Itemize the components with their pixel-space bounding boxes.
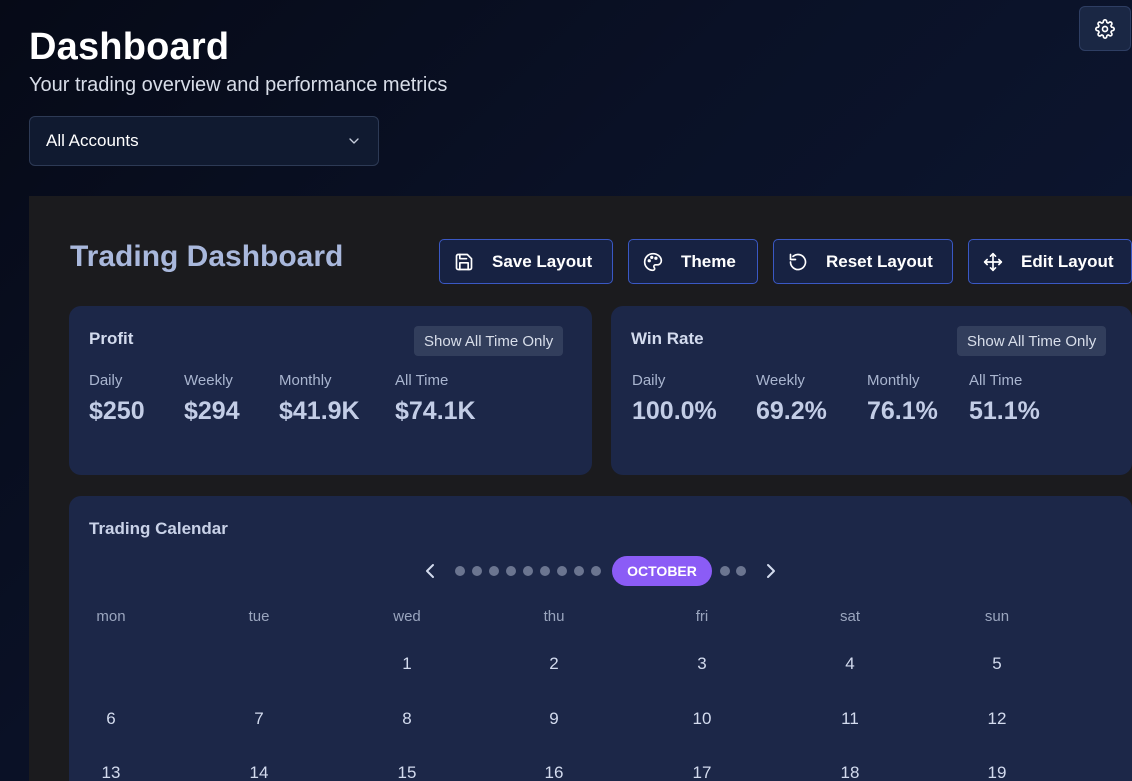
- chevron-down-icon: [349, 138, 359, 144]
- calendar-day[interactable]: 19: [988, 763, 1007, 781]
- calendar-day[interactable]: 3: [697, 654, 706, 674]
- calendar-day[interactable]: 5: [992, 654, 1001, 674]
- win-rate-metric-monthly: Monthly 76.1%: [867, 372, 938, 426]
- profit-metric-monthly: Monthly $41.9K: [279, 372, 360, 426]
- calendar-day[interactable]: 13: [102, 763, 121, 781]
- win-rate-card: Win Rate Show All Time Only Daily 100.0%…: [611, 306, 1132, 475]
- reset-layout-label: Reset Layout: [826, 251, 933, 271]
- save-layout-label: Save Layout: [492, 251, 593, 271]
- metric-value: 51.1%: [969, 397, 1040, 425]
- weekday-header: wed: [393, 608, 421, 625]
- metric-label: Monthly: [279, 372, 332, 389]
- settings-button[interactable]: [1079, 6, 1131, 51]
- calendar-day[interactable]: 2: [549, 654, 558, 674]
- calendar-day[interactable]: 10: [693, 709, 712, 729]
- month-dot[interactable]: [472, 566, 482, 576]
- metric-value: $250: [89, 397, 145, 425]
- win-rate-title: Win Rate: [631, 329, 704, 348]
- reset-icon: [789, 253, 807, 270]
- profit-metric-weekly: Weekly $294: [184, 372, 240, 426]
- calendar-day[interactable]: 9: [549, 709, 558, 729]
- month-dot[interactable]: [591, 566, 601, 576]
- metric-label: Monthly: [867, 372, 920, 389]
- dashboard-panel: Trading Dashboard Save Layout Theme Rese…: [29, 196, 1132, 781]
- calendar-day[interactable]: 1: [402, 654, 411, 674]
- calendar-day[interactable]: 12: [988, 709, 1007, 729]
- metric-label: All Time: [395, 372, 449, 389]
- theme-button[interactable]: Theme: [628, 239, 758, 284]
- metric-value: 76.1%: [867, 397, 938, 425]
- win-rate-show-all-time-button[interactable]: Show All Time Only: [957, 326, 1107, 356]
- calendar-day[interactable]: 17: [693, 763, 712, 781]
- weekday-header: mon: [96, 608, 126, 625]
- weekday-header: sun: [984, 608, 1010, 625]
- metric-label: Daily: [632, 372, 666, 389]
- weekday-header: sat: [839, 608, 861, 625]
- month-dot[interactable]: [455, 566, 465, 576]
- calendar-day[interactable]: 4: [845, 654, 854, 674]
- edit-layout-button[interactable]: Edit Layout: [968, 239, 1132, 284]
- profit-metric-all-time: All Time $74.1K: [395, 372, 476, 426]
- win-rate-metric-weekly: Weekly 69.2%: [756, 372, 827, 426]
- move-icon: [983, 252, 1003, 271]
- trading-calendar-card: Trading Calendar OCTOBER mon tue wed thu: [69, 496, 1132, 781]
- metric-value: $74.1K: [395, 397, 476, 425]
- theme-label: Theme: [681, 251, 736, 271]
- metric-label: Weekly: [184, 372, 233, 389]
- metric-value: 69.2%: [756, 397, 827, 425]
- month-dot[interactable]: [489, 566, 499, 576]
- reset-layout-button[interactable]: Reset Layout: [773, 239, 953, 284]
- calendar-day[interactable]: 16: [545, 763, 564, 781]
- calendar-day[interactable]: 7: [254, 709, 263, 729]
- account-select[interactable]: All Accounts: [29, 116, 379, 166]
- profit-title: Profit: [89, 329, 134, 348]
- gear-icon: [1095, 18, 1115, 39]
- weekday-header: thu: [543, 608, 565, 625]
- month-dot[interactable]: [574, 566, 584, 576]
- palette-icon: [643, 252, 663, 271]
- month-navigator: OCTOBER: [69, 556, 1132, 586]
- calendar-title: Trading Calendar: [89, 519, 228, 538]
- month-dot[interactable]: [736, 566, 746, 576]
- metric-value: $41.9K: [279, 397, 360, 425]
- profit-show-all-time-button[interactable]: Show All Time Only: [414, 326, 564, 356]
- calendar-day[interactable]: 8: [402, 709, 411, 729]
- page-title: Dashboard: [29, 26, 230, 68]
- profit-metric-daily: Daily $250: [89, 372, 145, 426]
- chevron-right-icon[interactable]: [763, 561, 779, 581]
- month-dot[interactable]: [720, 566, 730, 576]
- weekday-header: fri: [695, 608, 709, 625]
- panel-title: Trading Dashboard: [70, 240, 344, 273]
- metric-label: Weekly: [756, 372, 805, 389]
- weekday-header: tue: [248, 608, 270, 625]
- month-dot[interactable]: [540, 566, 550, 576]
- calendar-day[interactable]: 6: [106, 709, 115, 729]
- account-select-value: All Accounts: [46, 131, 139, 150]
- metric-value: 100.0%: [632, 397, 717, 425]
- metric-value: $294: [184, 397, 240, 425]
- edit-layout-label: Edit Layout: [1021, 251, 1114, 271]
- save-icon: [455, 253, 473, 270]
- metric-label: Daily: [89, 372, 123, 389]
- calendar-day[interactable]: 18: [841, 763, 860, 781]
- metric-label: All Time: [969, 372, 1023, 389]
- calendar-day[interactable]: 11: [841, 709, 859, 729]
- month-dot[interactable]: [557, 566, 567, 576]
- profit-card: Profit Show All Time Only Daily $250 Wee…: [69, 306, 592, 475]
- month-dot[interactable]: [506, 566, 516, 576]
- calendar-day[interactable]: 15: [398, 763, 417, 781]
- save-layout-button[interactable]: Save Layout: [439, 239, 613, 284]
- current-month-pill[interactable]: OCTOBER: [612, 556, 712, 586]
- win-rate-metric-daily: Daily 100.0%: [632, 372, 717, 426]
- chevron-left-icon[interactable]: [422, 561, 438, 581]
- calendar-day[interactable]: 14: [250, 763, 269, 781]
- month-dot[interactable]: [523, 566, 533, 576]
- win-rate-metric-all-time: All Time 51.1%: [969, 372, 1040, 426]
- page-subtitle: Your trading overview and performance me…: [29, 74, 448, 96]
